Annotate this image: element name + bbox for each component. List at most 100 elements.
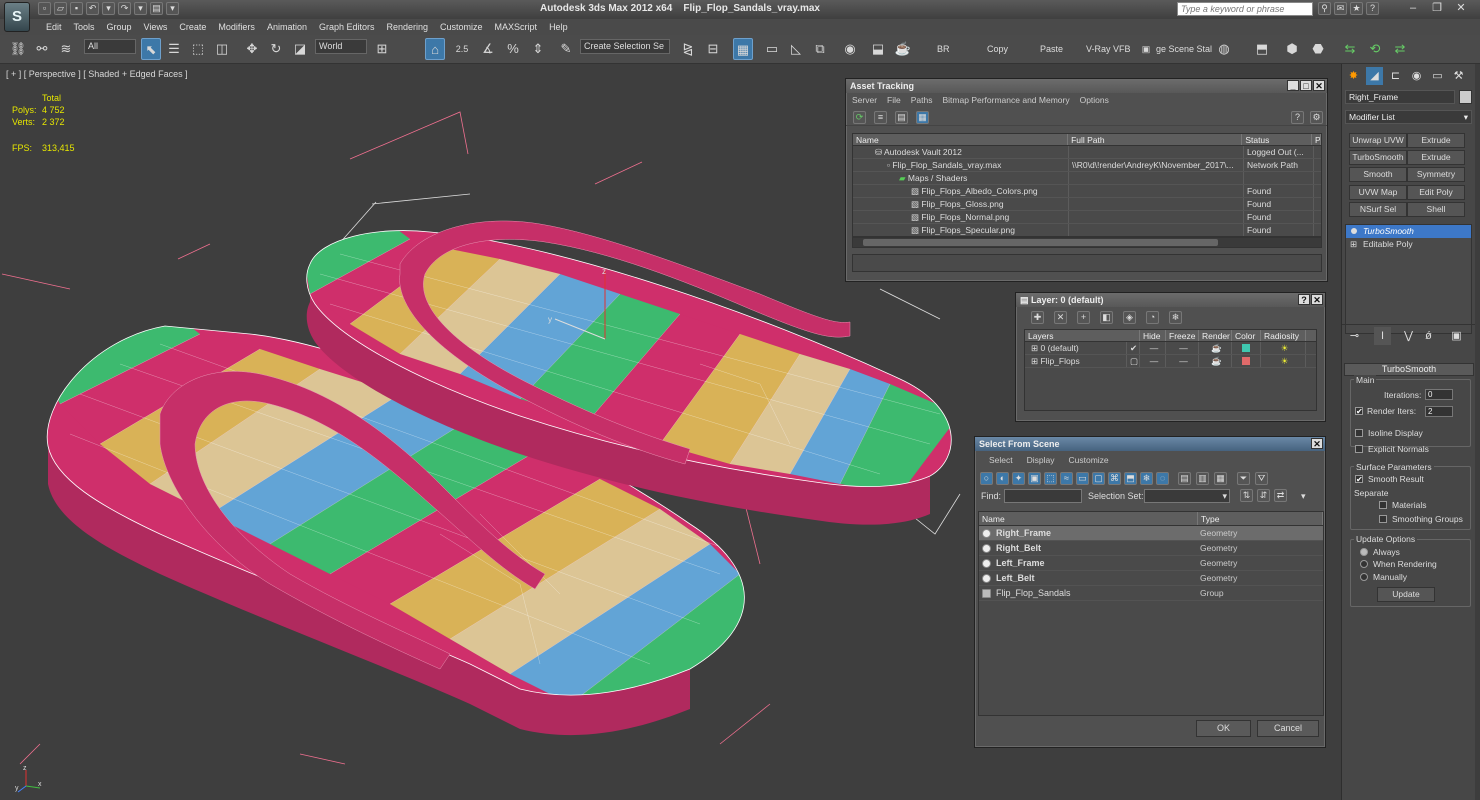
display-none-icon[interactable]: ▥: [1196, 472, 1209, 485]
move-icon[interactable]: ✥: [242, 38, 262, 60]
display-cameras-icon[interactable]: ▣: [1028, 472, 1041, 485]
angle-snap-icon[interactable]: ∡: [478, 38, 498, 60]
col-object-type[interactable]: Type: [1198, 512, 1323, 525]
schematic-view-icon[interactable]: ⧉: [810, 38, 830, 60]
vray-icon[interactable]: ◍: [1214, 38, 1234, 60]
asset-menu-server[interactable]: Server: [852, 93, 877, 108]
help-icon[interactable]: ?: [1366, 2, 1379, 15]
col-render[interactable]: Render: [1199, 330, 1232, 341]
sfs-sort-b-icon[interactable]: ⇵: [1257, 489, 1270, 502]
select-by-name-icon[interactable]: ☰: [164, 38, 184, 60]
always-radio[interactable]: [1360, 548, 1368, 556]
asset-row[interactable]: ▰ Maps / Shaders: [853, 172, 1321, 185]
layer-row[interactable]: ⊞ Flip_Flops ▢ — — ☕ ☀: [1025, 355, 1316, 368]
mirror-icon[interactable]: ⧎: [678, 38, 698, 60]
scene-object-row[interactable]: Flip_Flop_Sandals Group: [979, 586, 1323, 601]
object-color-swatch[interactable]: [1459, 90, 1472, 104]
vray-vfb-button[interactable]: V-Ray VFB: [1086, 44, 1131, 54]
symmetry-button[interactable]: Symmetry: [1407, 167, 1465, 182]
asset-row[interactable]: ▧ Flip_Flops_Normal.png Found: [853, 211, 1321, 224]
smoothing-groups-checkbox[interactable]: [1379, 515, 1387, 523]
asset-horizontal-scrollbar[interactable]: [852, 237, 1322, 248]
display-invert-icon[interactable]: ▦: [1214, 472, 1227, 485]
update-button[interactable]: Update: [1377, 587, 1435, 602]
stack-item-editable-poly[interactable]: ⊞ Editable Poly: [1346, 238, 1471, 251]
display-xrefs-icon[interactable]: ▢: [1092, 472, 1105, 485]
graphite-modeling-icon[interactable]: ▭: [762, 38, 782, 60]
asset-tracking-titlebar[interactable]: Asset Tracking _ □ ✕: [846, 79, 1327, 93]
cancel-button[interactable]: Cancel: [1257, 720, 1319, 737]
sfs-menu-customize[interactable]: Customize: [1069, 451, 1109, 469]
col-layers[interactable]: Layers: [1025, 330, 1140, 341]
menu-help[interactable]: Help: [543, 19, 574, 35]
reference-coordinate-dropdown[interactable]: World: [315, 39, 367, 54]
maximize-button[interactable]: ❐: [1426, 1, 1448, 17]
named-selection-sets-dropdown[interactable]: Create Selection Se: [580, 39, 670, 54]
scene-states-button[interactable]: ge Scene Stal: [1156, 44, 1212, 54]
manually-radio[interactable]: [1360, 573, 1368, 581]
menu-edit[interactable]: Edit: [40, 19, 68, 35]
render-production-icon[interactable]: ☕: [893, 38, 913, 60]
table-view-icon[interactable]: ▤: [895, 111, 908, 124]
sfs-sort-a-icon[interactable]: ⇅: [1240, 489, 1253, 502]
smooth-button[interactable]: Smooth: [1349, 167, 1407, 182]
br-button[interactable]: BR: [937, 44, 950, 54]
sfs-close-button[interactable]: ✕: [1311, 438, 1323, 449]
col-name[interactable]: Name: [853, 134, 1069, 145]
display-containers-icon[interactable]: ⬒: [1124, 472, 1137, 485]
asset-row[interactable]: ▧ Flip_Flops_Specular.png Found: [853, 224, 1321, 236]
help-search-input[interactable]: Type a keyword or phrase: [1177, 2, 1313, 16]
menu-tools[interactable]: Tools: [68, 19, 101, 35]
create-layer-icon[interactable]: ✚: [1031, 311, 1044, 324]
stack-item-turbosmooth[interactable]: TurboSmooth: [1346, 225, 1471, 238]
col-color[interactable]: Color: [1232, 330, 1261, 341]
display-geometry-icon[interactable]: ○: [980, 472, 993, 485]
create-tab-icon[interactable]: ✸: [1345, 67, 1362, 85]
nsurf-sel-button[interactable]: NSurf Sel: [1349, 202, 1407, 217]
highlight-layer-icon[interactable]: ◈: [1123, 311, 1136, 324]
asset-menu-paths[interactable]: Paths: [911, 93, 933, 108]
hide-toggle[interactable]: —: [1140, 342, 1166, 354]
extra-tool-3-icon[interactable]: ⬣: [1308, 38, 1328, 60]
sfs-titlebar[interactable]: Select From Scene ✕: [975, 437, 1325, 451]
col-pr[interactable]: Pr: [1312, 134, 1321, 145]
edit-named-selection-icon[interactable]: ✎: [556, 38, 576, 60]
menu-create[interactable]: Create: [173, 19, 212, 35]
spinner-snap-icon[interactable]: ⇕: [528, 38, 548, 60]
close-button[interactable]: ✕: [1450, 1, 1472, 17]
app-logo-icon[interactable]: S: [4, 2, 30, 32]
render-teapot-icon[interactable]: ☕: [1199, 342, 1232, 354]
extra-tool-4-icon[interactable]: ⇆: [1340, 38, 1360, 60]
asset-menu-options[interactable]: Options: [1080, 93, 1109, 108]
radiosity-icon[interactable]: ☀: [1261, 355, 1306, 367]
window-crossing-icon[interactable]: ◫: [212, 38, 232, 60]
col-freeze[interactable]: Freeze: [1166, 330, 1199, 341]
asset-minimize-button[interactable]: _: [1287, 80, 1299, 91]
copy-button[interactable]: Copy: [987, 44, 1008, 54]
remove-modifier-icon[interactable]: ǿ: [1420, 327, 1437, 345]
project-folder-icon[interactable]: ▤: [150, 2, 163, 15]
command-panel-scrollbar[interactable]: [1475, 64, 1480, 800]
grid-view-icon[interactable]: ▦: [916, 111, 929, 124]
smooth-result-checkbox[interactable]: ✔: [1355, 475, 1363, 484]
rotate-icon[interactable]: ↻: [266, 38, 286, 60]
show-end-result-icon[interactable]: Ι: [1374, 327, 1391, 345]
extra-tool-1-icon[interactable]: ⬒: [1252, 38, 1272, 60]
undo-icon[interactable]: ↶: [86, 2, 99, 15]
sfs-filter-icon[interactable]: ⏷: [1237, 472, 1250, 485]
new-file-icon[interactable]: ▫: [38, 2, 51, 15]
sfs-menu-display[interactable]: Display: [1027, 451, 1055, 469]
select-object-icon[interactable]: ⬉: [141, 38, 161, 60]
asset-row[interactable]: ⛁ Autodesk Vault 2012 Logged Out (...: [853, 146, 1321, 159]
pin-stack-icon[interactable]: ⊸: [1346, 327, 1363, 345]
scene-object-row[interactable]: Left_Frame Geometry: [979, 556, 1323, 571]
menu-modifiers[interactable]: Modifiers: [212, 19, 261, 35]
layer-close-button[interactable]: ✕: [1311, 294, 1323, 305]
redo-icon[interactable]: ↷: [118, 2, 131, 15]
display-lights-icon[interactable]: ✦: [1012, 472, 1025, 485]
display-helpers-icon[interactable]: ⬚: [1044, 472, 1057, 485]
snaps-toggle-icon[interactable]: 2.5: [452, 38, 472, 60]
render-iters-checkbox[interactable]: ✔: [1355, 407, 1363, 416]
unwrap-uvw-button[interactable]: Unwrap UVW: [1349, 133, 1407, 148]
delete-layer-icon[interactable]: ✕: [1054, 311, 1067, 324]
